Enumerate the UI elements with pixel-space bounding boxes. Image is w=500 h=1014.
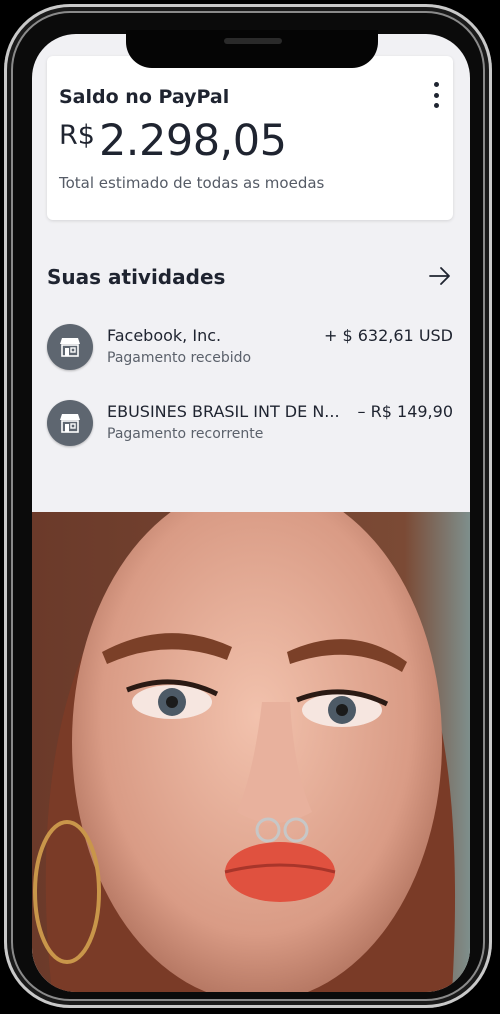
speaker-grille: [224, 38, 282, 44]
activity-item-ebusines[interactable]: EBUSINES BRASIL INT DE N... Pagamento re…: [47, 398, 453, 454]
activity-name: EBUSINES BRASIL INT DE N...: [107, 402, 340, 421]
app-screen: Saldo no PayPal R$2.298,05 Total estimad…: [32, 34, 470, 992]
activity-description: Pagamento recorrente: [107, 426, 264, 442]
phone-frame: Saldo no PayPal R$2.298,05 Total estimad…: [4, 4, 492, 1008]
balance-value: 2.298,05: [98, 116, 287, 166]
balance-amount: R$2.298,05: [59, 116, 287, 166]
activity-item-facebook[interactable]: Facebook, Inc. Pagamento recebido + $ 63…: [47, 322, 453, 378]
activity-description: Pagamento recebido: [107, 350, 252, 366]
balance-title: Saldo no PayPal: [59, 86, 230, 108]
overlay-selfie-photo: [32, 512, 470, 992]
activity-amount: – R$ 149,90: [357, 402, 453, 421]
activity-name: Facebook, Inc.: [107, 326, 222, 345]
activities-title: Suas atividades: [47, 265, 226, 289]
arrow-right-icon[interactable]: [428, 266, 452, 286]
more-vertical-icon[interactable]: [432, 82, 440, 108]
phone-notch: [126, 30, 378, 68]
currency-symbol: R$: [59, 120, 95, 151]
store-icon: [47, 324, 93, 370]
balance-subtitle: Total estimado de todas as moedas: [59, 174, 325, 192]
store-icon: [47, 400, 93, 446]
activity-amount: + $ 632,61 USD: [323, 326, 453, 345]
